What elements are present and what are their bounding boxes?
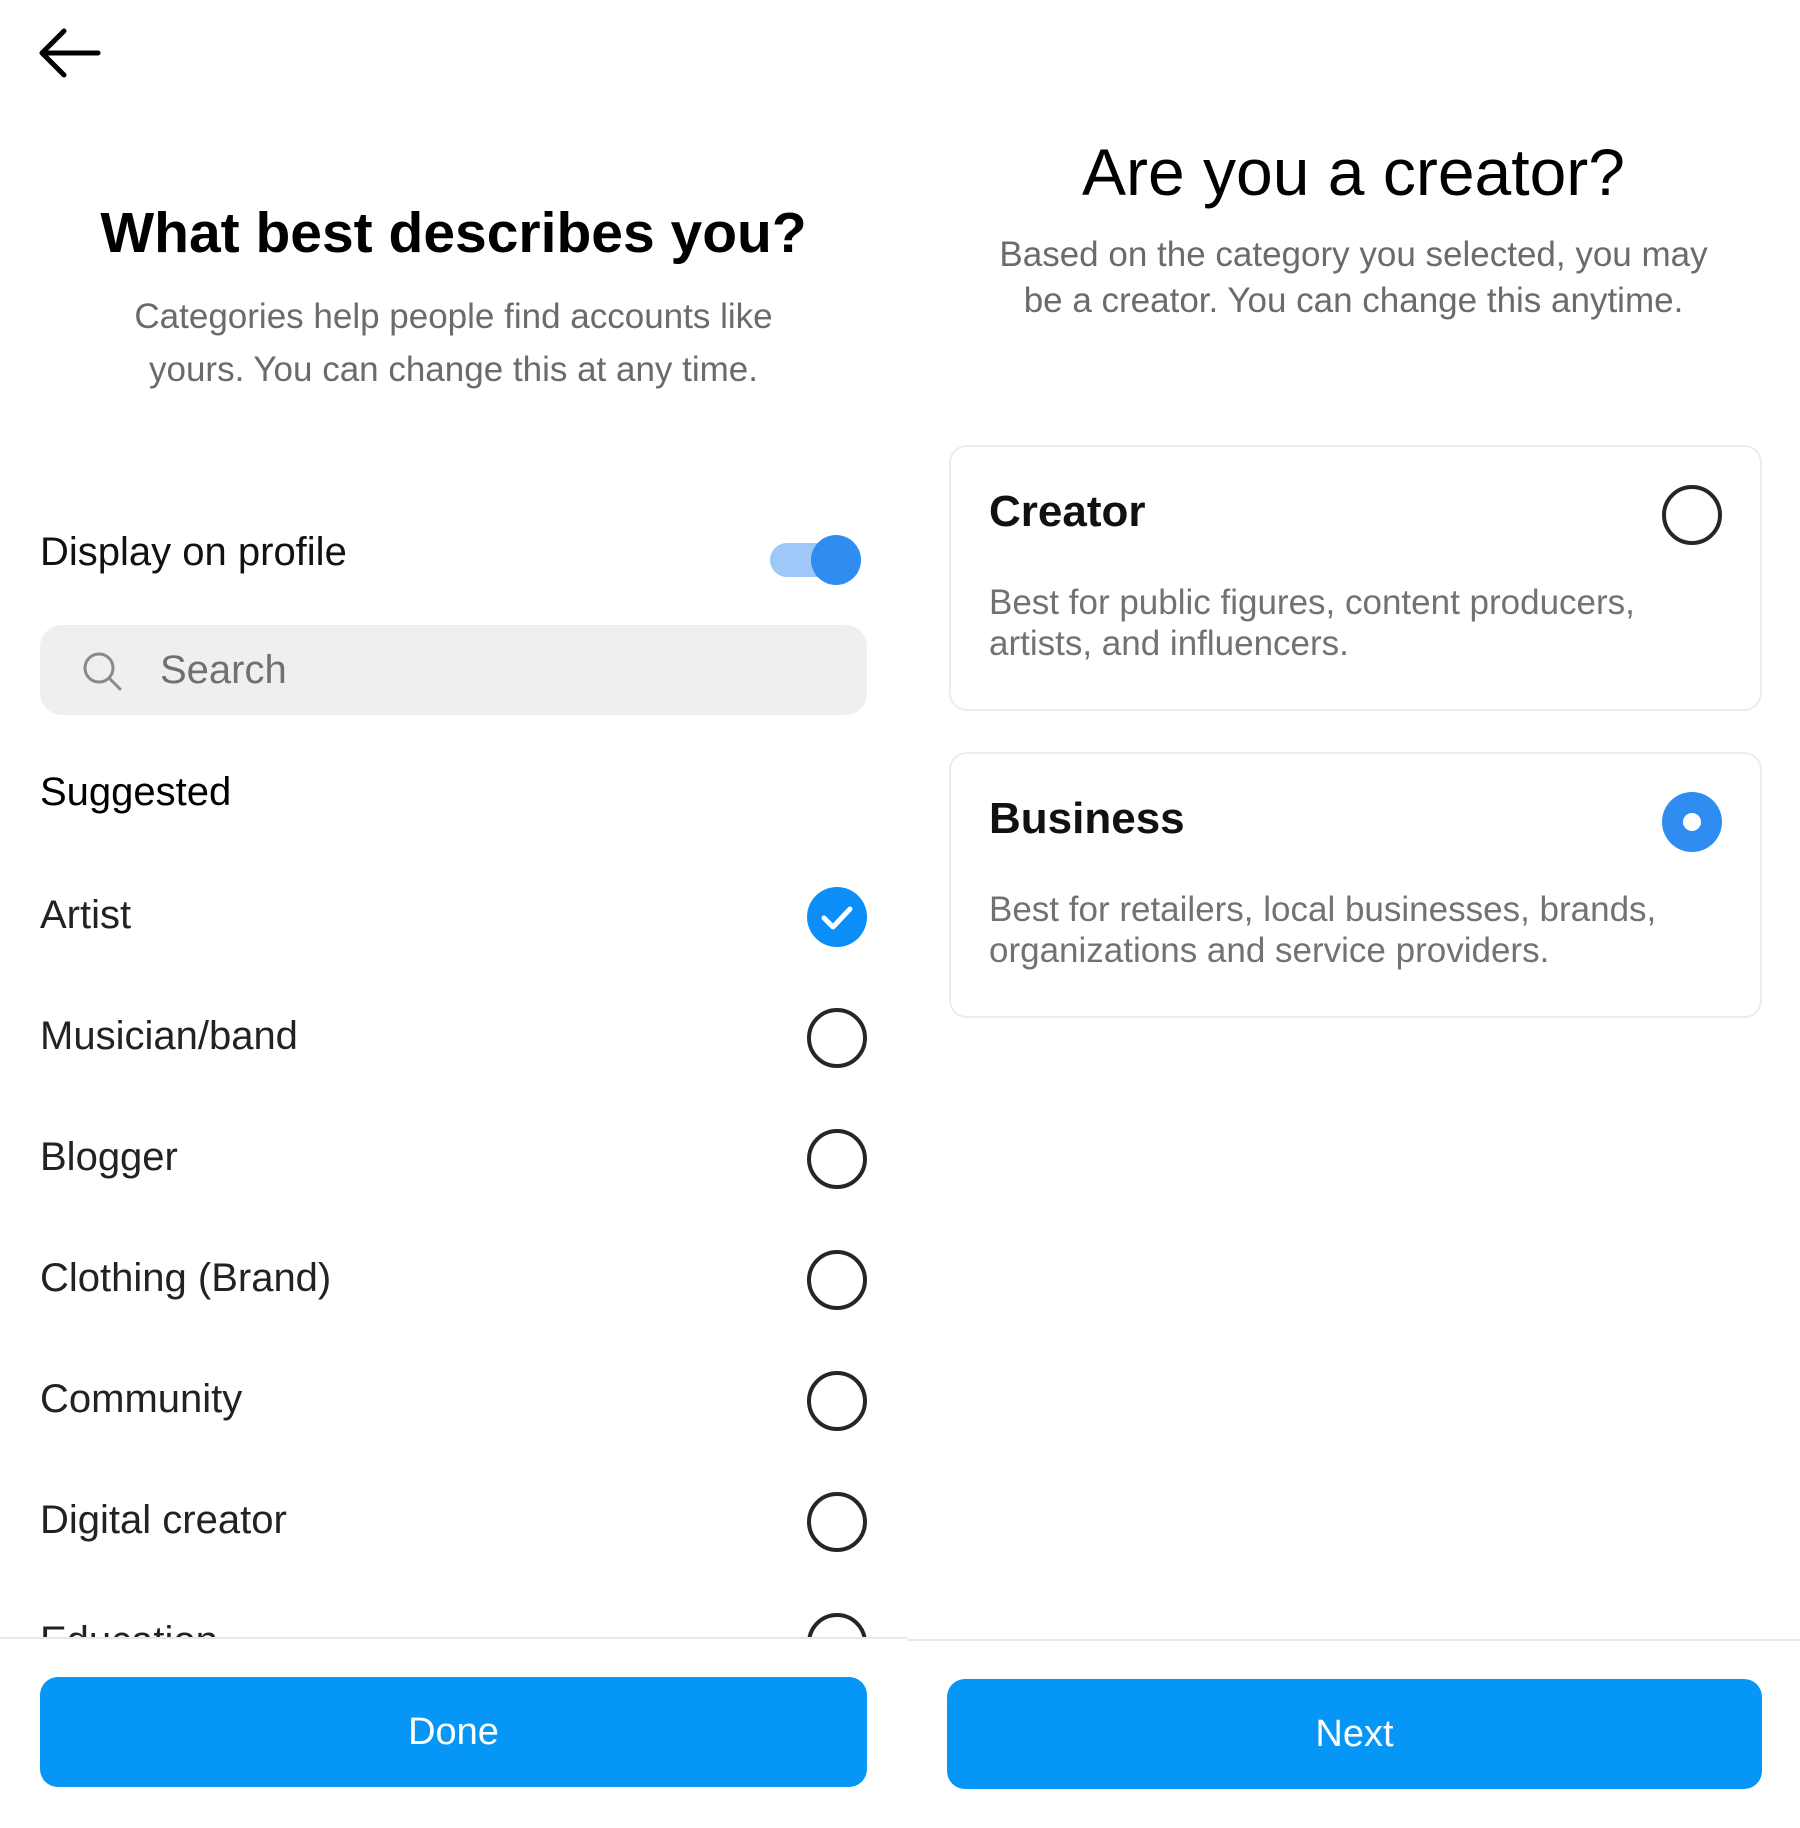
account-type-screen: Are you a creator? Based on the category…: [907, 0, 1800, 1828]
footer-divider: [907, 1639, 1800, 1641]
page-title: Are you a creator?: [1082, 135, 1625, 209]
radio-button[interactable]: [1662, 485, 1722, 545]
category-label: Digital creator: [40, 1498, 287, 1542]
category-label: Artist: [40, 893, 132, 937]
search-icon: [83, 652, 122, 691]
done-button[interactable]: Done: [40, 1677, 867, 1787]
next-button[interactable]: Next: [947, 1679, 1762, 1789]
category-screen: What best describes you? Categories help…: [0, 0, 907, 1828]
radio-button[interactable]: [807, 1129, 867, 1189]
category-item-community[interactable]: Community: [40, 1341, 867, 1462]
display-on-profile-toggle[interactable]: [768, 533, 864, 585]
display-on-profile-label: Display on profile: [40, 530, 347, 574]
checkmark-icon: [807, 887, 867, 947]
category-item-education[interactable]: Education: [40, 1583, 867, 1637]
category-item-musician-band[interactable]: Musician/band: [40, 978, 867, 1099]
arrow-left-icon: [39, 28, 101, 78]
page-title: What best describes you?: [100, 201, 807, 265]
creator-option-card[interactable]: Creator Best for public figures, content…: [949, 445, 1762, 711]
suggested-heading: Suggested: [40, 770, 232, 814]
radio-button[interactable]: [807, 1008, 867, 1068]
search-bar[interactable]: [40, 625, 867, 715]
option-title: Business: [989, 794, 1185, 843]
option-description: Best for retailers, local businesses, br…: [989, 890, 1657, 970]
search-input[interactable]: [160, 625, 840, 715]
category-item-clothing-brand[interactable]: Clothing (Brand): [40, 1220, 867, 1341]
category-label: Community: [40, 1377, 243, 1421]
footer-divider: [0, 1637, 907, 1639]
category-item-digital-creator[interactable]: Digital creator: [40, 1462, 867, 1583]
radio-button[interactable]: [807, 1492, 867, 1552]
page-subtitle: Categories help people find accounts lik…: [134, 297, 773, 389]
option-title: Creator: [989, 487, 1146, 536]
radio-button[interactable]: [807, 1613, 867, 1637]
category-label: Clothing (Brand): [40, 1256, 332, 1300]
radio-button-selected[interactable]: [1662, 792, 1722, 852]
category-item-blogger[interactable]: Blogger: [40, 1099, 867, 1220]
business-option-card[interactable]: Business Best for retailers, local busin…: [949, 752, 1762, 1018]
display-on-profile-row: Display on profile: [40, 522, 865, 592]
category-label: Musician/band: [40, 1014, 298, 1058]
radio-button[interactable]: [807, 1250, 867, 1310]
toggle-thumb: [811, 535, 861, 585]
option-description: Best for public figures, content produce…: [989, 583, 1635, 663]
category-list: Artist Musician/band Blogger Clothing (B…: [0, 857, 907, 1637]
radio-button[interactable]: [807, 1371, 867, 1431]
category-item-artist[interactable]: Artist: [40, 857, 867, 978]
page-subtitle: Based on the category you selected, you …: [999, 235, 1708, 320]
back-button[interactable]: [38, 28, 104, 78]
category-label: Blogger: [40, 1135, 178, 1179]
category-label: Education: [40, 1619, 218, 1637]
